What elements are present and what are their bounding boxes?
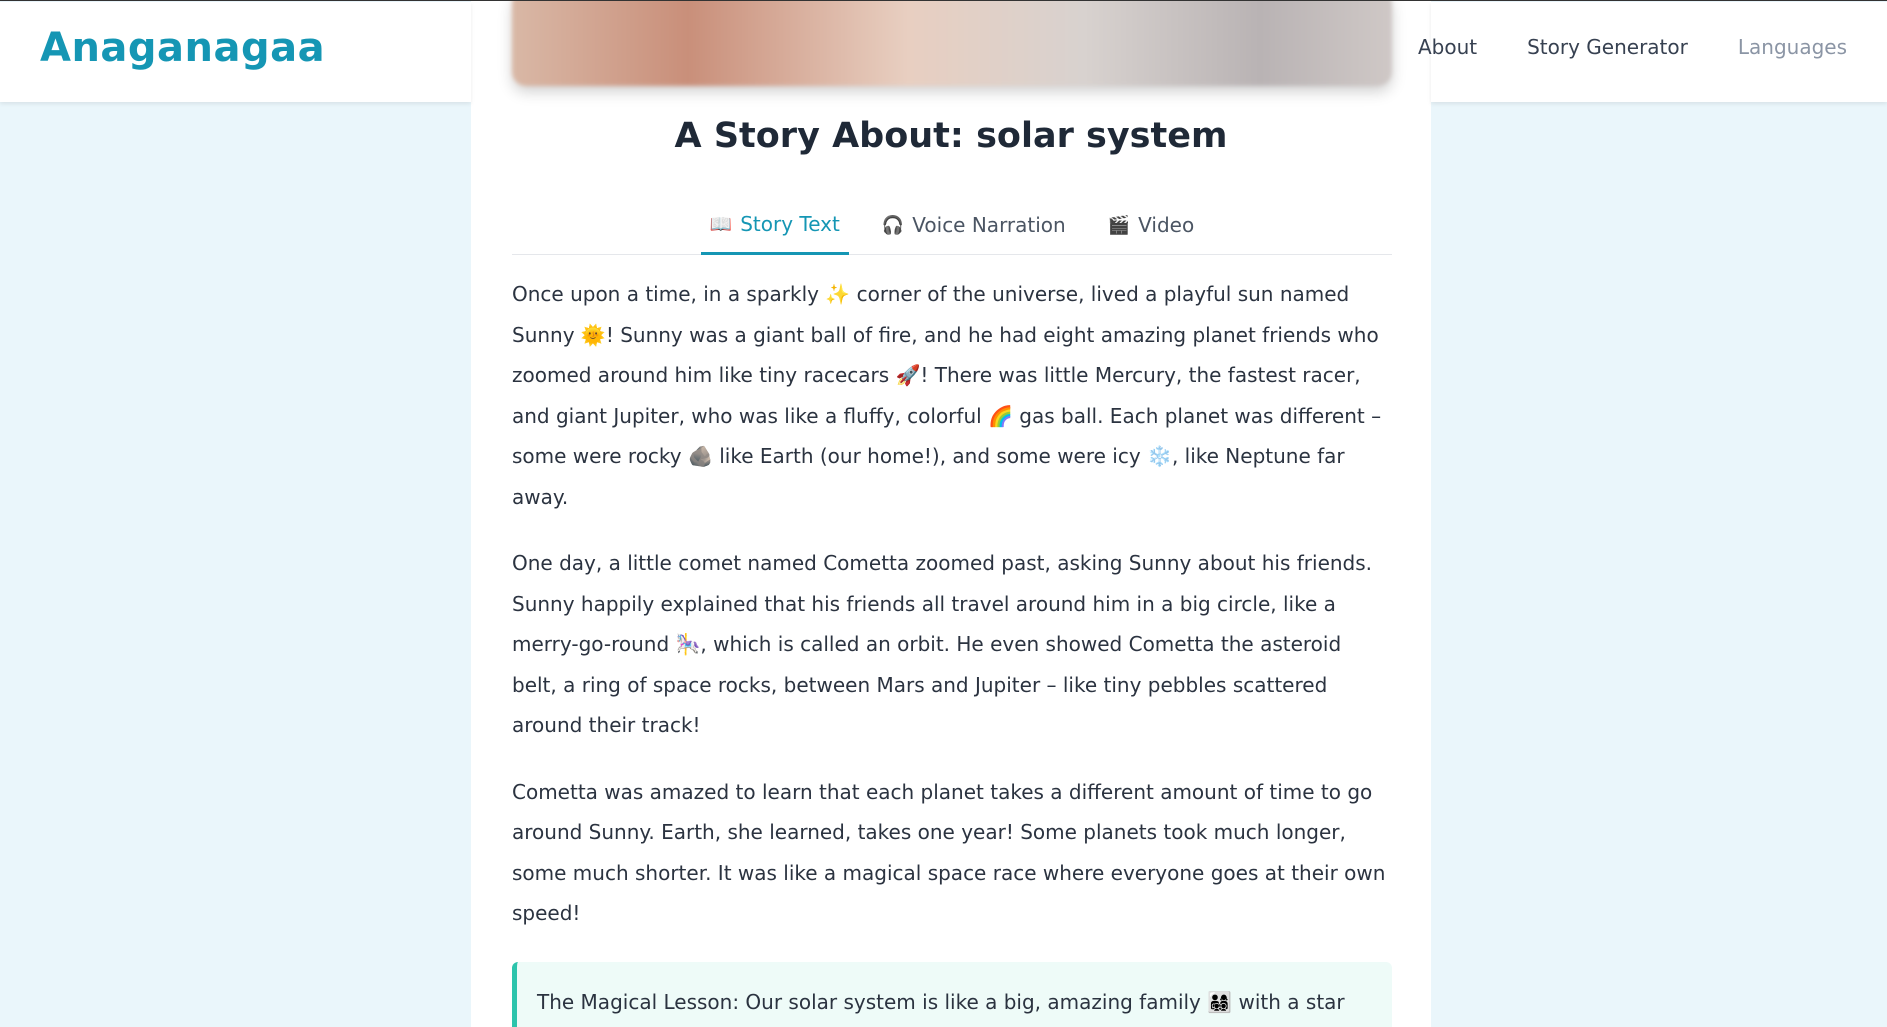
story-tabs: 📖 Story Text 🎧 Voice Narration 🎬 Video bbox=[512, 196, 1392, 255]
story-hero-image bbox=[512, 0, 1392, 86]
tab-story-text[interactable]: 📖 Story Text bbox=[700, 196, 849, 255]
brand-logo[interactable]: Anaganagaa bbox=[40, 25, 325, 71]
story-paragraph: One day, a little comet named Cometta zo… bbox=[512, 551, 1373, 737]
story-text: Once upon a time, in a sparkly ✨ corner … bbox=[512, 274, 1392, 960]
book-icon: 📖 bbox=[709, 213, 733, 235]
tab-label: Video bbox=[1138, 213, 1195, 237]
page: A Story About: solar system 📖 Story Text… bbox=[0, 0, 1887, 1027]
nav-story-generator[interactable]: Story Generator bbox=[1527, 35, 1688, 59]
tab-label: Story Text bbox=[740, 212, 840, 236]
tab-voice-narration[interactable]: 🎧 Voice Narration bbox=[873, 196, 1075, 254]
headphones-icon: 🎧 bbox=[881, 214, 905, 236]
story-paragraph: Cometta was amazed to learn that each pl… bbox=[512, 779, 1386, 926]
story-card: A Story About: solar system 📖 Story Text… bbox=[471, 0, 1431, 1027]
nav-links: About Story Generator Languages bbox=[1418, 35, 1847, 59]
magical-lesson-callout: The Magical Lesson: Our solar system is … bbox=[512, 962, 1392, 1027]
lesson-text: The Magical Lesson: Our solar system is … bbox=[537, 990, 1345, 1014]
tab-label: Voice Narration bbox=[912, 213, 1066, 237]
story-title: A Story About: solar system bbox=[674, 116, 1228, 156]
story-paragraph: Once upon a time, in a sparkly ✨ corner … bbox=[512, 282, 1382, 509]
nav-about[interactable]: About bbox=[1418, 35, 1477, 59]
clapperboard-icon: 🎬 bbox=[1107, 214, 1131, 236]
tab-video[interactable]: 🎬 Video bbox=[1099, 196, 1203, 254]
nav-languages[interactable]: Languages bbox=[1738, 35, 1847, 59]
